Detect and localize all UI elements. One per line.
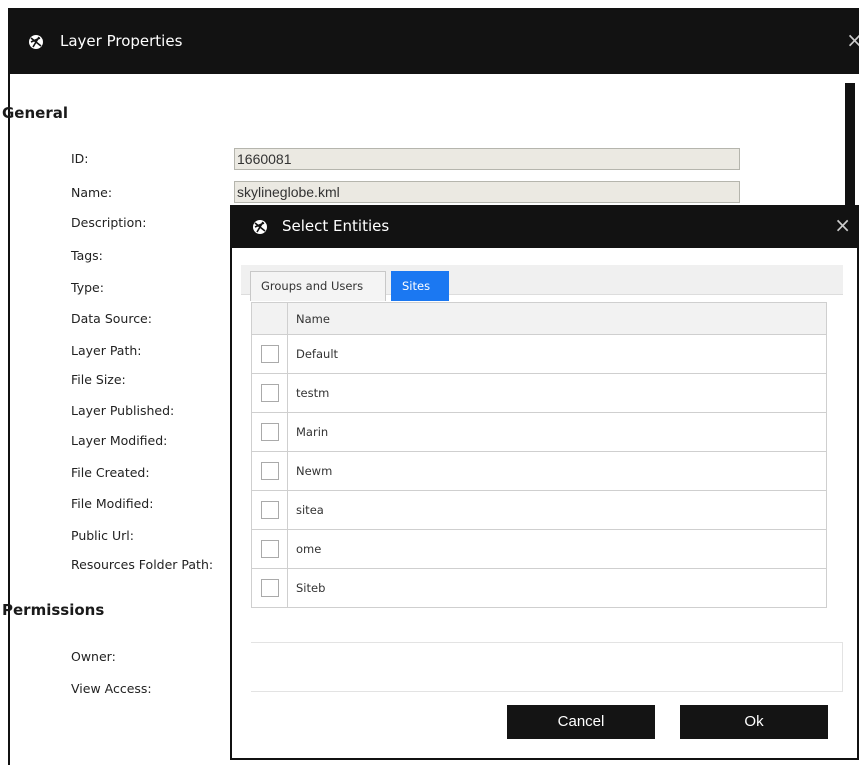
row-name[interactable]: ome	[287, 529, 827, 569]
field-label-tags: Tags:	[71, 248, 103, 263]
ok-button[interactable]: Ok	[680, 705, 828, 739]
row-name[interactable]: testm	[287, 373, 827, 413]
table-row[interactable]: ome	[251, 529, 827, 569]
field-label-description: Description:	[71, 215, 147, 230]
field-label-file-created: File Created:	[71, 465, 150, 480]
tabs-bar: Groups and Users Sites	[241, 265, 843, 301]
app-logo-icon	[29, 35, 43, 49]
vertical-scrollbar[interactable]	[845, 83, 855, 213]
field-label-name: Name:	[71, 185, 113, 200]
field-label-view-access: View Access:	[71, 681, 152, 696]
field-label-public-url: Public Url:	[71, 528, 134, 543]
app-logo-icon	[253, 220, 267, 234]
layer-properties-titlebar: Layer Properties ×	[10, 8, 859, 74]
field-label-file-modified: File Modified:	[71, 496, 154, 511]
close-icon[interactable]: ×	[846, 28, 859, 52]
sites-table: Name Default testm Marin Newm sitea ome	[251, 302, 827, 608]
field-label-layer-modified: Layer Modified:	[71, 433, 168, 448]
select-entities-title: Select Entities	[282, 217, 390, 235]
row-checkbox[interactable]	[260, 579, 279, 597]
select-entities-dialog: Select Entities × Groups and Users Sites…	[230, 205, 859, 760]
header-check-cell	[251, 302, 288, 335]
layer-properties-title: Layer Properties	[60, 32, 183, 50]
table-row[interactable]: sitea	[251, 490, 827, 530]
field-label-layer-published: Layer Published:	[71, 403, 175, 418]
cancel-button[interactable]: Cancel	[507, 705, 655, 739]
tab-groups-and-users[interactable]: Groups and Users	[250, 271, 386, 301]
row-checkbox[interactable]	[260, 501, 279, 519]
empty-panel	[251, 642, 843, 692]
field-label-type: Type:	[71, 280, 104, 295]
table-row[interactable]: Default	[251, 334, 827, 374]
row-name[interactable]: Newm	[287, 451, 827, 491]
table-row[interactable]: Siteb	[251, 568, 827, 608]
tab-sites[interactable]: Sites	[391, 271, 449, 301]
table-row[interactable]: Marin	[251, 412, 827, 452]
field-label-file-size: File Size:	[71, 372, 126, 387]
row-checkbox[interactable]	[260, 423, 279, 441]
row-checkbox[interactable]	[260, 540, 279, 558]
field-label-owner: Owner:	[71, 649, 116, 664]
field-label-resources-folder-path: Resources Folder Path:	[71, 557, 214, 572]
row-checkbox[interactable]	[260, 384, 279, 402]
row-name[interactable]: Default	[287, 334, 827, 374]
table-row[interactable]: Newm	[251, 451, 827, 491]
field-label-layer-path: Layer Path:	[71, 343, 142, 358]
field-label-data-source: Data Source:	[71, 311, 152, 326]
row-name[interactable]: sitea	[287, 490, 827, 530]
name-field[interactable]: skylineglobe.kml	[234, 181, 740, 203]
general-heading: General	[2, 104, 68, 122]
close-icon[interactable]: ×	[834, 213, 851, 237]
select-entities-titlebar: Select Entities ×	[230, 205, 859, 248]
table-header-row: Name	[251, 302, 827, 335]
row-checkbox[interactable]	[260, 345, 279, 363]
table-row[interactable]: testm	[251, 373, 827, 413]
row-checkbox[interactable]	[260, 462, 279, 480]
column-header-name: Name	[287, 302, 827, 335]
field-label-id: ID:	[71, 151, 89, 166]
row-name[interactable]: Marin	[287, 412, 827, 452]
row-name[interactable]: Siteb	[287, 568, 827, 608]
id-field[interactable]: 1660081	[234, 148, 740, 170]
permissions-heading: Permissions	[2, 601, 105, 619]
